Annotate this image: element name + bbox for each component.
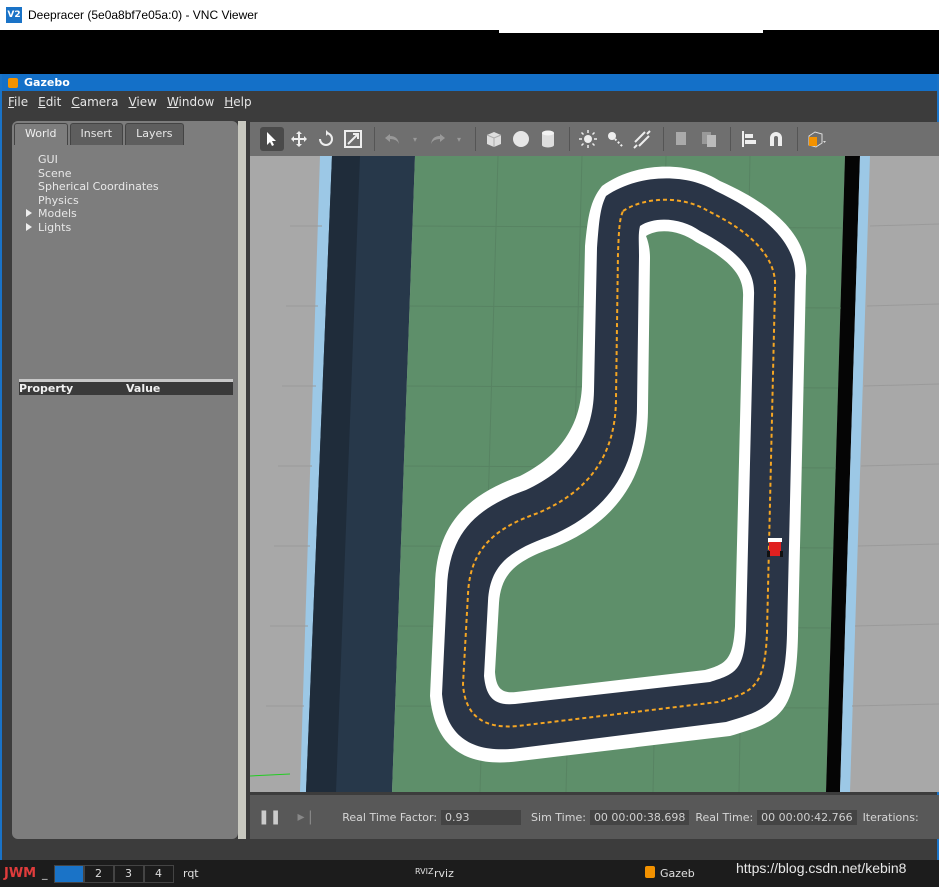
menu-file[interactable]: File bbox=[8, 95, 28, 109]
select-arrow-icon[interactable] bbox=[260, 127, 284, 151]
vnc-strip-highlight bbox=[499, 30, 763, 33]
world-tree: GUI Scene Spherical Coordinates Physics … bbox=[22, 153, 159, 234]
workspace-1[interactable] bbox=[53, 864, 84, 883]
sphere-icon[interactable] bbox=[509, 127, 533, 151]
workspace-2[interactable]: 2 bbox=[83, 864, 114, 883]
menu-window[interactable]: Window bbox=[167, 95, 214, 109]
translate-icon[interactable] bbox=[287, 127, 311, 151]
taskbar-app-rviz[interactable]: rviz bbox=[434, 867, 454, 880]
taskbar-app-gazebo[interactable]: Gazeb bbox=[660, 867, 695, 880]
snap-icon[interactable] bbox=[764, 127, 788, 151]
left-panel: World Insert Layers GUI Scene Spherical … bbox=[12, 121, 238, 839]
simulation-status-bar: ❚❚ ▸❘ Real Time Factor: 0.93 Sim Time: 0… bbox=[250, 795, 939, 839]
view-angle-icon[interactable] bbox=[804, 127, 828, 151]
undo-icon[interactable] bbox=[381, 127, 405, 151]
tree-item-models[interactable]: Models bbox=[22, 207, 159, 221]
tree-item-label: Physics bbox=[38, 193, 79, 207]
real-time-value: 00 00:00:42.766 bbox=[757, 809, 857, 825]
rviz-app-icon: RVIZ bbox=[415, 867, 434, 876]
align-icon[interactable] bbox=[737, 127, 761, 151]
value-column-header[interactable]: Value bbox=[126, 382, 160, 395]
jwm-logo[interactable]: JWM bbox=[4, 864, 36, 884]
toolbar-separator bbox=[475, 127, 476, 151]
workspace-4[interactable]: 4 bbox=[143, 864, 174, 883]
directional-light-icon[interactable] bbox=[630, 127, 654, 151]
rtf-value: 0.93 bbox=[441, 809, 522, 825]
redo-dropdown-icon[interactable]: ▾ bbox=[452, 127, 466, 151]
tree-item-lights[interactable]: Lights bbox=[22, 221, 159, 235]
tree-item-gui[interactable]: GUI bbox=[22, 153, 159, 167]
toolbar: ▾ ▾ bbox=[250, 122, 939, 156]
vnc-top-strip bbox=[0, 30, 939, 74]
spot-light-icon[interactable] bbox=[603, 127, 627, 151]
tree-item-spherical-coordinates[interactable]: Spherical Coordinates bbox=[22, 180, 159, 194]
menubar: File Edit Camera View Window Help bbox=[2, 91, 937, 113]
property-table-header: Property Value bbox=[19, 379, 233, 395]
redo-icon[interactable] bbox=[425, 127, 449, 151]
scene-render[interactable] bbox=[250, 156, 939, 792]
menu-camera[interactable]: Camera bbox=[71, 95, 118, 109]
point-light-icon[interactable] bbox=[576, 127, 600, 151]
gazebo-app-icon bbox=[645, 866, 655, 878]
toolbar-separator bbox=[730, 127, 731, 151]
taskbar-app-rqt[interactable]: rqt bbox=[183, 867, 199, 880]
tree-item-scene[interactable]: Scene bbox=[22, 167, 159, 181]
tree-item-label: Spherical Coordinates bbox=[38, 180, 159, 193]
toolbar-separator bbox=[569, 127, 570, 151]
panel-tabs: World Insert Layers bbox=[14, 123, 186, 145]
property-column-header[interactable]: Property bbox=[19, 382, 126, 395]
tab-layers[interactable]: Layers bbox=[125, 123, 184, 145]
toolbar-separator bbox=[797, 127, 798, 151]
menu-view[interactable]: View bbox=[128, 95, 156, 109]
menu-edit[interactable]: Edit bbox=[38, 95, 61, 109]
rotate-icon[interactable] bbox=[314, 127, 338, 151]
vnc-titlebar: V2 Deepracer (5e0a8bf7e05a:0) - VNC View… bbox=[0, 0, 939, 30]
pause-icon[interactable]: ❚❚ bbox=[258, 809, 281, 825]
toolbar-separator bbox=[374, 127, 375, 151]
toolbar-separator bbox=[663, 127, 664, 151]
tree-item-label: Models bbox=[38, 207, 77, 220]
watermark: https://blog.csdn.net/kebin8 bbox=[736, 860, 907, 876]
rtf-label: Real Time Factor: bbox=[342, 810, 438, 824]
gazebo-titlebar: Gazebo bbox=[2, 74, 937, 91]
expand-arrow-icon[interactable] bbox=[26, 209, 32, 217]
gazebo-window: Gazebo File Edit Camera View Window Help… bbox=[0, 74, 939, 860]
panel-splitter[interactable] bbox=[238, 121, 246, 839]
expand-arrow-icon[interactable] bbox=[26, 222, 32, 231]
step-icon[interactable]: ▸❘ bbox=[297, 809, 316, 825]
3d-viewport[interactable] bbox=[250, 156, 939, 792]
sim-time-value: 00 00:00:38.698 bbox=[589, 809, 690, 825]
real-time-label: Real Time: bbox=[695, 810, 754, 824]
cylinder-icon[interactable] bbox=[536, 127, 560, 151]
minimize-all[interactable]: _ bbox=[42, 867, 48, 880]
tab-insert[interactable]: Insert bbox=[69, 123, 124, 145]
copy-icon[interactable] bbox=[670, 127, 694, 151]
undo-dropdown-icon[interactable]: ▾ bbox=[408, 127, 422, 151]
tree-item-label: GUI bbox=[38, 153, 58, 166]
deepracer-car[interactable] bbox=[767, 538, 783, 557]
vnc-logo-icon: V2 bbox=[6, 7, 22, 23]
gazebo-logo-icon bbox=[8, 77, 18, 88]
tree-item-physics[interactable]: Physics bbox=[22, 194, 159, 208]
scale-icon[interactable] bbox=[341, 127, 365, 151]
tree-item-label: Lights bbox=[38, 220, 72, 234]
tab-world[interactable]: World bbox=[14, 123, 68, 145]
menu-help[interactable]: Help bbox=[224, 95, 251, 109]
vnc-window-title: Deepracer (5e0a8bf7e05a:0) - VNC Viewer bbox=[28, 8, 258, 22]
tree-item-label: Scene bbox=[38, 166, 72, 180]
iterations-label: Iterations: bbox=[862, 810, 919, 824]
gazebo-title: Gazebo bbox=[24, 76, 70, 89]
box-icon[interactable] bbox=[482, 127, 506, 151]
sim-time-label: Sim Time: bbox=[531, 810, 586, 824]
paste-icon[interactable] bbox=[697, 127, 721, 151]
workspace-3[interactable]: 3 bbox=[113, 864, 144, 883]
